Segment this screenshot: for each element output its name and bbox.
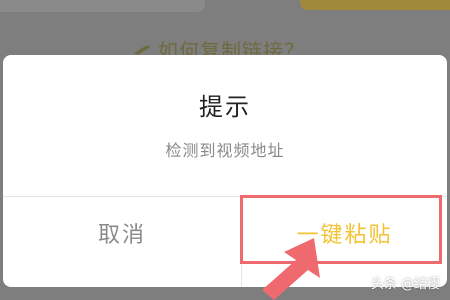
background-top-button-left bbox=[0, 0, 205, 12]
cancel-button[interactable]: 取消 bbox=[3, 197, 241, 269]
dialog-title: 提示 bbox=[199, 93, 251, 121]
dialog-message: 检测到视频地址 bbox=[165, 141, 285, 160]
background-top-button-right bbox=[300, 0, 450, 10]
watermark: 头条 @结樱 bbox=[370, 277, 440, 292]
pointer-arrow-icon bbox=[262, 238, 320, 300]
